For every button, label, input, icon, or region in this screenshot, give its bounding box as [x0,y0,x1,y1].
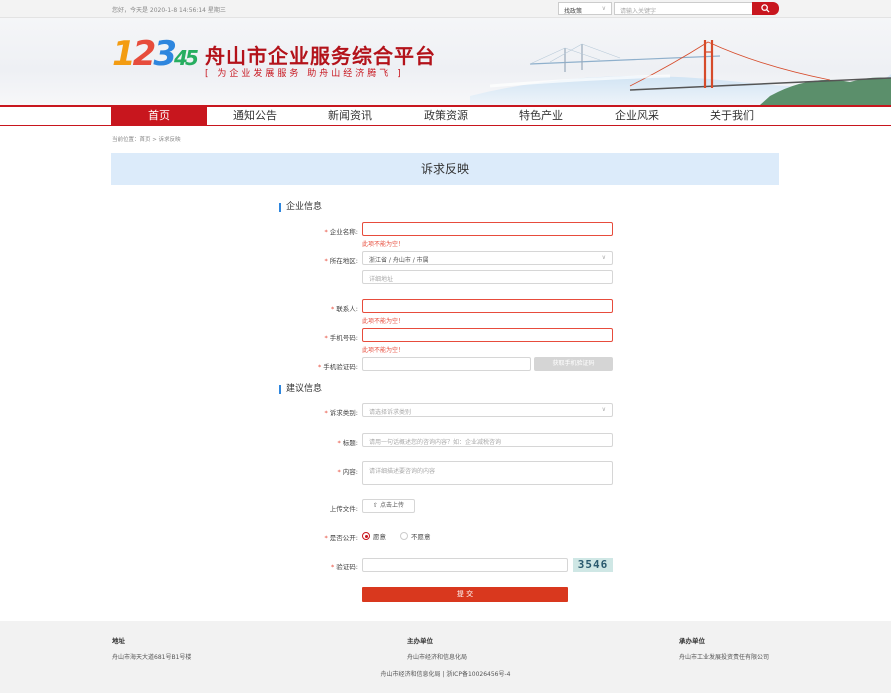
breadcrumb: 当前位置：首页 > 诉求反映 [112,137,181,143]
sms-code-input[interactable] [362,357,531,371]
search-type-select[interactable]: 找政策 ∨ [558,2,612,15]
footer-address: 舟山市海天大道681号B1号楼 [112,654,192,661]
content-textarea[interactable]: 请详细描述要咨询的内容 [362,461,613,485]
nav-item-home[interactable]: 首页 [111,107,207,125]
logo-digit: 5 [184,46,199,70]
sms-code-label-text: 手机验证码: [323,363,358,371]
company-name-label-text: 企业名称: [329,228,358,236]
site-title: 舟山市企业服务综合平台 [205,44,436,68]
search-button[interactable] [752,2,779,15]
nav-item-policy[interactable]: 政策资源 [398,107,494,125]
search-type-value: 找政策 [564,8,583,15]
phone-label-text: 手机号码: [329,334,358,342]
page-title: 诉求反映 [111,153,779,185]
public-option-no-label: 不愿意 [411,533,431,541]
site-footer: 地址 舟山市海天大道681号B1号楼 主办单位 舟山市经济和信息化局 承办单位 … [0,621,891,693]
captcha-input[interactable] [362,558,568,572]
logo-digit: 3 [153,34,177,74]
upload-button[interactable]: ⇧ 点击上传 [362,499,415,513]
contact-label: * 联系人: [258,303,358,313]
nav-item-companies[interactable]: 企业风采 [589,107,685,125]
nav-item-news[interactable]: 新闻资讯 [302,107,398,125]
category-select[interactable]: 请选择诉求类别 ∨ [362,403,613,417]
region-value: 浙江省 / 舟山市 / 市属 [369,257,429,264]
region-label: * 所在地区: [258,255,358,265]
public-label: * 是否公开: [258,532,358,542]
radio-checked-icon [362,532,370,540]
captcha-image[interactable]: 3546 [573,558,613,572]
required-mark: * [324,257,328,265]
phone-error: 此项不能为空！ [362,347,405,354]
get-sms-code-button[interactable]: 获取手机验证码 [534,357,613,371]
subject-label-text: 标题: [342,439,358,447]
radio-unchecked-icon [400,532,408,540]
sms-code-label: * 手机验证码: [258,361,358,371]
region-select[interactable]: 浙江省 / 舟山市 / 市属 ∨ [362,251,613,265]
footer-address-title: 地址 [112,637,125,645]
content-label-text: 内容: [342,468,358,476]
required-mark: * [324,228,328,236]
required-mark: * [337,439,341,447]
content-label: * 内容: [258,466,358,476]
bridge-illustration [470,40,891,105]
required-mark: * [337,468,341,476]
chevron-down-icon: ∨ [601,254,606,261]
category-label: * 诉求类别: [258,407,358,417]
top-bar: 您好，今天是 2020-1-8 14:56:14 星期三 找政策 ∨ 请输入关键… [0,0,891,18]
company-name-input[interactable] [362,222,613,236]
public-radio-yes[interactable]: 愿意 [362,531,386,541]
logo-digit: 1 [112,34,136,74]
site-slogan: [ 为企业发展服务 助舟山经济腾飞 ] [205,69,404,79]
site-banner: 12345 舟山市企业服务综合平台 [ 为企业发展服务 助舟山经济腾飞 ] [0,18,891,105]
company-name-label: * 企业名称: [258,226,358,236]
footer-undertake-title: 承办单位 [679,637,705,645]
footer-host: 舟山市经济和信息化局 [407,654,468,661]
required-mark: * [324,534,328,542]
required-mark: * [331,305,335,313]
upload-label: 上传文件: [329,505,358,513]
nav-item-industry[interactable]: 特色产业 [493,107,589,125]
region-label-text: 所在地区: [329,257,358,265]
chevron-down-icon: ∨ [601,406,606,413]
phone-input[interactable] [362,328,613,342]
public-label-text: 是否公开: [329,534,358,542]
upload-icon: ⇧ [373,502,379,509]
subject-input[interactable]: 请用一句话概述您的咨询内容？如：企业减税咨询 [362,433,613,447]
required-mark: * [331,563,335,571]
nav-item-notices[interactable]: 通知公告 [207,107,303,125]
required-mark: * [324,334,328,342]
footer-undertake: 舟山市工业发展投资责任有限公司 [679,654,770,661]
required-mark: * [324,409,328,417]
logo-12345[interactable]: 12345 [112,34,199,74]
public-radio-no[interactable]: 不愿意 [400,531,431,541]
greeting-text: 您好，今天是 2020-1-8 14:56:14 星期三 [112,7,226,14]
captcha-label-text: 验证码: [336,563,358,571]
contact-input[interactable] [362,299,613,313]
submit-button[interactable]: 提 交 [362,587,568,602]
section-company-info: 企业信息 [279,203,322,212]
company-name-error: 此项不能为空！ [362,241,405,248]
logo-digit: 2 [132,34,157,74]
contact-label-text: 联系人: [336,305,358,313]
footer-host-title: 主办单位 [407,637,433,645]
required-mark: * [318,363,322,371]
section-suggestion-info: 建议信息 [279,385,322,394]
nav-item-about[interactable]: 关于我们 [684,107,780,125]
upload-button-label: 点击上传 [379,502,404,509]
subject-label: * 标题: [258,437,358,447]
logo-digit: 4 [174,46,188,70]
search-input[interactable]: 请输入关键字 [614,2,753,15]
category-label-text: 诉求类别: [329,409,358,417]
category-placeholder: 请选择诉求类别 [369,409,412,416]
chevron-down-icon: ∨ [601,5,606,12]
search-icon [761,4,770,13]
phone-label: * 手机号码: [258,332,358,342]
contact-error: 此项不能为空！ [362,318,405,325]
public-option-yes-label: 愿意 [373,533,386,541]
footer-icp[interactable]: 舟山市经济和信息化局 | 浙ICP备10026456号-4 [0,669,891,678]
captcha-label: * 验证码: [258,561,358,571]
detail-address-input[interactable]: 详细地址 [362,270,613,284]
main-nav: 首页 通知公告 新闻资讯 政策资源 特色产业 企业风采 关于我们 [0,105,891,126]
